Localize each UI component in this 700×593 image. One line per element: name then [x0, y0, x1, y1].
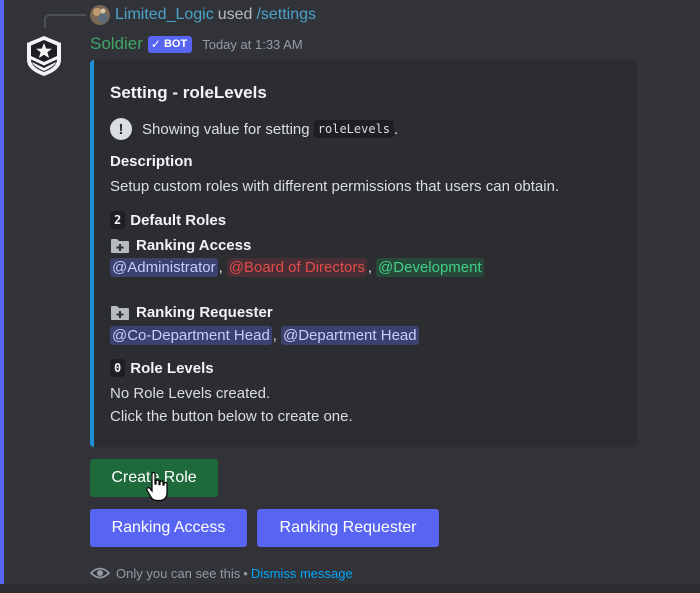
embed-title: Setting - roleLevels: [110, 83, 267, 102]
ranking-access-button[interactable]: Ranking Access: [90, 509, 247, 547]
dismiss-message-link[interactable]: Dismiss message: [251, 566, 353, 581]
reply-username[interactable]: Limited_Logic: [115, 6, 214, 24]
verified-check-icon: ✓: [150, 37, 161, 51]
separator: ,: [218, 259, 223, 276]
role-levels-heading: 0 Role Levels: [110, 359, 214, 377]
separator: ,: [367, 259, 373, 276]
bot-tag-label: BOT: [163, 38, 188, 50]
reply-used-label: used: [217, 6, 253, 23]
unread-indicator-bar: [0, 0, 4, 593]
folder-plus-icon: [111, 238, 129, 253]
ephemeral-text: Only you can see this: [116, 565, 241, 581]
role-levels-empty-text: No Role Levels created.: [110, 385, 271, 402]
role-levels-hint-text: Click the button below to create one.: [110, 408, 353, 425]
group-heading-ranking-access: Ranking Access: [110, 237, 251, 254]
info-row: ! Showing value for setting roleLevels.: [110, 118, 398, 140]
mention-row-ranking-access: @Administrator , @Board of Directors , @…: [110, 258, 484, 277]
separator: ,: [272, 327, 277, 344]
description-text: Setup custom roles with different permis…: [110, 178, 560, 195]
role-levels-count: 0: [110, 359, 126, 377]
author-name[interactable]: Soldier: [90, 34, 143, 54]
reply-spine: [44, 14, 86, 28]
role-mention[interactable]: @Department Head: [280, 326, 419, 345]
role-mention[interactable]: @Development: [376, 258, 484, 277]
user-avatar-icon[interactable]: [90, 5, 110, 25]
default-roles-label: Default Roles: [130, 211, 227, 229]
role-mention[interactable]: @Co-Department Head: [110, 326, 272, 345]
eye-icon: [90, 567, 110, 579]
description-heading: Description: [110, 153, 193, 170]
group-title: Ranking Requester: [136, 304, 273, 321]
footer-bullet: •: [243, 565, 248, 581]
ranking-requester-button[interactable]: Ranking Requester: [257, 509, 439, 547]
exclamation-circle-icon: !: [110, 118, 132, 140]
info-prefix: Showing value for setting: [142, 120, 310, 138]
military-badge-icon[interactable]: [22, 34, 66, 78]
ephemeral-footer: Only you can see this • Dismiss message: [90, 563, 353, 583]
role-mention[interactable]: @Board of Directors: [226, 258, 367, 277]
group-title: Ranking Access: [136, 237, 252, 254]
bot-tag: ✓ BOT: [147, 35, 193, 53]
info-suffix: .: [394, 120, 399, 138]
message-header: Soldier ✓ BOT Today at 1:33 AM: [90, 32, 303, 56]
role-mention[interactable]: @Administrator: [110, 258, 218, 277]
role-levels-label: Role Levels: [130, 359, 214, 377]
default-roles-count: 2: [110, 211, 126, 229]
mention-row-ranking-requester: @Co-Department Head , @Department Head: [110, 326, 419, 345]
reply-context[interactable]: Limited_Logic used /settings: [90, 4, 316, 26]
default-roles-heading: 2 Default Roles: [110, 211, 226, 229]
settings-embed: Setting - roleLevels ! Showing value for…: [90, 60, 637, 447]
group-heading-ranking-requester: Ranking Requester: [110, 304, 273, 321]
bottom-edge: [0, 584, 700, 593]
reply-command[interactable]: /settings: [256, 6, 316, 24]
setting-code: roleLevels: [313, 120, 395, 138]
hand-pointer-icon: [146, 472, 168, 502]
folder-plus-icon: [111, 305, 129, 320]
message-timestamp: Today at 1:33 AM: [202, 36, 303, 52]
